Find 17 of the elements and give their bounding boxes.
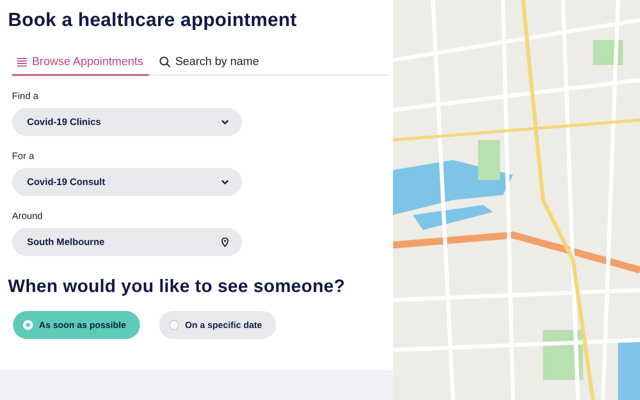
dropdown-field[interactable]: Covid-19 Consult bbox=[12, 168, 242, 196]
field-label: Around bbox=[12, 211, 44, 222]
field-label: Find a bbox=[12, 91, 40, 102]
location-field[interactable]: South Melbourne bbox=[12, 228, 242, 256]
menu-icon bbox=[16, 56, 28, 68]
page-title: Book a healthcare appointment bbox=[8, 10, 298, 32]
tab[interactable]: Search by name bbox=[155, 52, 265, 76]
field-label: For a bbox=[12, 151, 36, 162]
section-heading: When would you like to see someone? bbox=[8, 276, 346, 297]
chevron-down-icon bbox=[220, 117, 230, 127]
dropdown-field[interactable]: Covid-19 Clinics bbox=[12, 108, 242, 136]
radio-option[interactable]: As soon as possible bbox=[13, 311, 140, 339]
chevron-down-icon bbox=[220, 177, 230, 187]
radio-option[interactable]: On a specific date bbox=[159, 311, 276, 339]
tab[interactable]: Browse Appointments bbox=[12, 52, 150, 76]
search-icon bbox=[159, 56, 172, 68]
location-pin-icon bbox=[220, 237, 230, 247]
